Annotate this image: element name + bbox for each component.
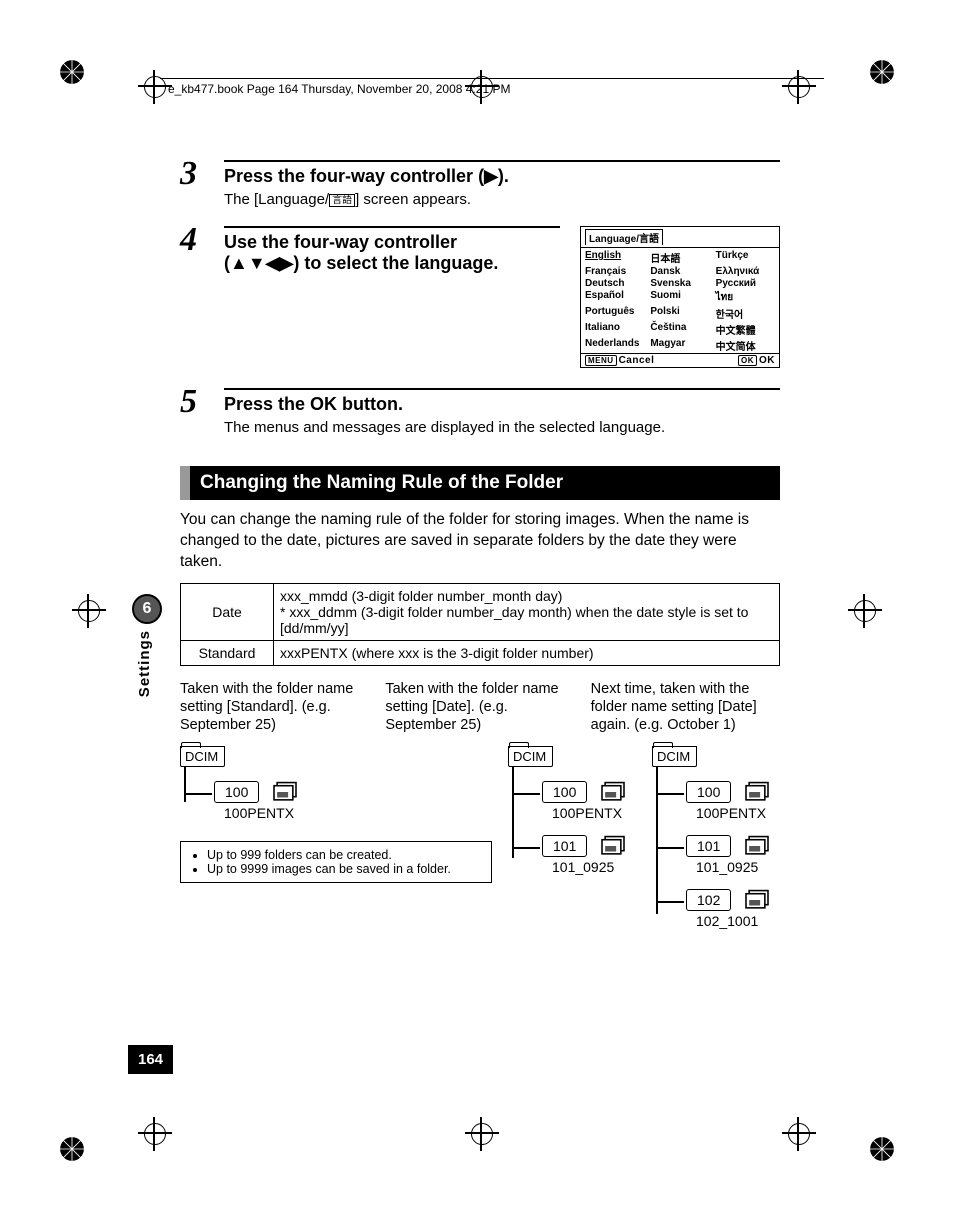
language-grid: English 日本語 Türkçe Français Dansk Ελληνι… [581, 248, 779, 353]
lang-option: Magyar [650, 338, 709, 353]
lang-option: 中文繁體 [716, 322, 775, 337]
folder-number: 101 [542, 835, 587, 857]
lang-option: 中文简体 [716, 338, 775, 353]
section-intro: You can change the naming rule of the fo… [180, 510, 780, 573]
cancel-label: Cancel [619, 355, 655, 366]
crop-mark-icon [465, 1117, 499, 1151]
folder-number: 100 [214, 781, 259, 803]
crop-mark-icon [848, 594, 882, 628]
lang-option: 한국어 [716, 306, 775, 321]
pictures-icon [597, 781, 629, 803]
left-triangle-icon: ◀ [266, 253, 280, 273]
step-5-desc: The menus and messages are displayed in … [224, 419, 780, 436]
step-3-desc: The [Language/言語] screen appears. [224, 191, 780, 208]
lang-option: Türkçe [716, 250, 775, 265]
chapter-label: Settings [136, 630, 153, 697]
page-number: 164 [128, 1045, 173, 1074]
table-row-label: Date [181, 583, 274, 640]
folder-name: 100PENTX [696, 805, 780, 821]
dcim-folder-icon: DCIM [508, 746, 553, 767]
pictures-icon [741, 781, 773, 803]
crop-mark-icon [782, 1117, 816, 1151]
crop-mark-icon [782, 70, 816, 104]
folder-name: 100PENTX [552, 805, 636, 821]
corner-gear-icon [55, 1132, 89, 1166]
step-number-3: 3 [180, 160, 224, 188]
pictures-icon [741, 889, 773, 911]
lang-option: Polski [650, 306, 709, 321]
pictures-icon [269, 781, 301, 803]
language-screen-preview: Language/言語 English 日本語 Türkçe Français … [580, 226, 780, 368]
table-row-value: xxx_mmdd (3-digit folder number_month da… [274, 583, 780, 640]
folder-naming-table: Date xxx_mmdd (3-digit folder number_mon… [180, 583, 780, 666]
step-3-title: Press the four-way controller (▶). [224, 160, 780, 187]
folder-name: 101_0925 [696, 859, 780, 875]
example-caption-2: Taken with the folder name setting [Date… [385, 680, 574, 734]
lang-option: 日本語 [650, 250, 709, 265]
lang-option: Svenska [650, 278, 709, 289]
step-number-5: 5 [180, 388, 224, 416]
lang-option: Nederlands [585, 338, 644, 353]
crop-mark-icon [138, 1117, 172, 1151]
note-item: Up to 999 folders can be created. [207, 848, 481, 862]
pictures-icon [741, 835, 773, 857]
lang-option: Čeština [650, 322, 709, 337]
lang-option: ไทย [716, 290, 775, 305]
step-5-title: Press the OK button. [224, 388, 780, 415]
folder-name: 102_1001 [696, 913, 780, 929]
header-rule [160, 78, 824, 79]
example-caption-3: Next time, taken with the folder name se… [591, 680, 780, 734]
step-number-4: 4 [180, 226, 224, 254]
section-heading: Changing the Naming Rule of the Folder [180, 466, 780, 500]
up-triangle-icon: ▲ [230, 253, 248, 273]
lang-option: Русский [716, 278, 775, 289]
language-panel-title: Language/言語 [585, 229, 663, 245]
note-item: Up to 9999 images can be saved in a fold… [207, 862, 481, 876]
chapter-badge: 6 [132, 594, 162, 624]
lang-option: Italiano [585, 322, 644, 337]
right-triangle-icon: ▶ [280, 253, 294, 273]
notes-box: Up to 999 folders can be created. Up to … [180, 841, 492, 883]
folder-number: 100 [686, 781, 731, 803]
lang-option: Suomi [650, 290, 709, 305]
lang-option: Ελληνικά [716, 266, 775, 277]
dcim-folder-icon: DCIM [652, 746, 697, 767]
crop-mark-icon [138, 70, 172, 104]
folder-name: 101_0925 [552, 859, 636, 875]
running-header: e_kb477.book Page 164 Thursday, November… [168, 82, 510, 96]
folder-number: 101 [686, 835, 731, 857]
down-triangle-icon: ▼ [248, 253, 266, 273]
example-caption-1: Taken with the folder name setting [Stan… [180, 680, 369, 734]
folder-number: 102 [686, 889, 731, 911]
corner-gear-icon [865, 55, 899, 89]
lang-option: Deutsch [585, 278, 644, 289]
step-4-title: Use the four-way controller (▲▼◀▶) to se… [224, 226, 560, 274]
ok-button-icon: OK [738, 355, 757, 366]
table-row-label: Standard [181, 640, 274, 665]
right-triangle-icon: ▶ [484, 166, 498, 186]
lang-option: Français [585, 266, 644, 277]
corner-gear-icon [55, 55, 89, 89]
ok-label: OK [759, 355, 775, 366]
table-row-value: xxxPENTX (where xxx is the 3-digit folde… [274, 640, 780, 665]
lang-option: Dansk [650, 266, 709, 277]
menu-button-icon: MENU [585, 355, 617, 366]
lang-option: Português [585, 306, 644, 321]
dcim-folder-icon: DCIM [180, 746, 225, 767]
lang-option: English [585, 250, 644, 265]
pictures-icon [597, 835, 629, 857]
folder-name: 100PENTX [224, 805, 492, 821]
crop-mark-icon [72, 594, 106, 628]
corner-gear-icon [865, 1132, 899, 1166]
lang-option: Español [585, 290, 644, 305]
folder-number: 100 [542, 781, 587, 803]
